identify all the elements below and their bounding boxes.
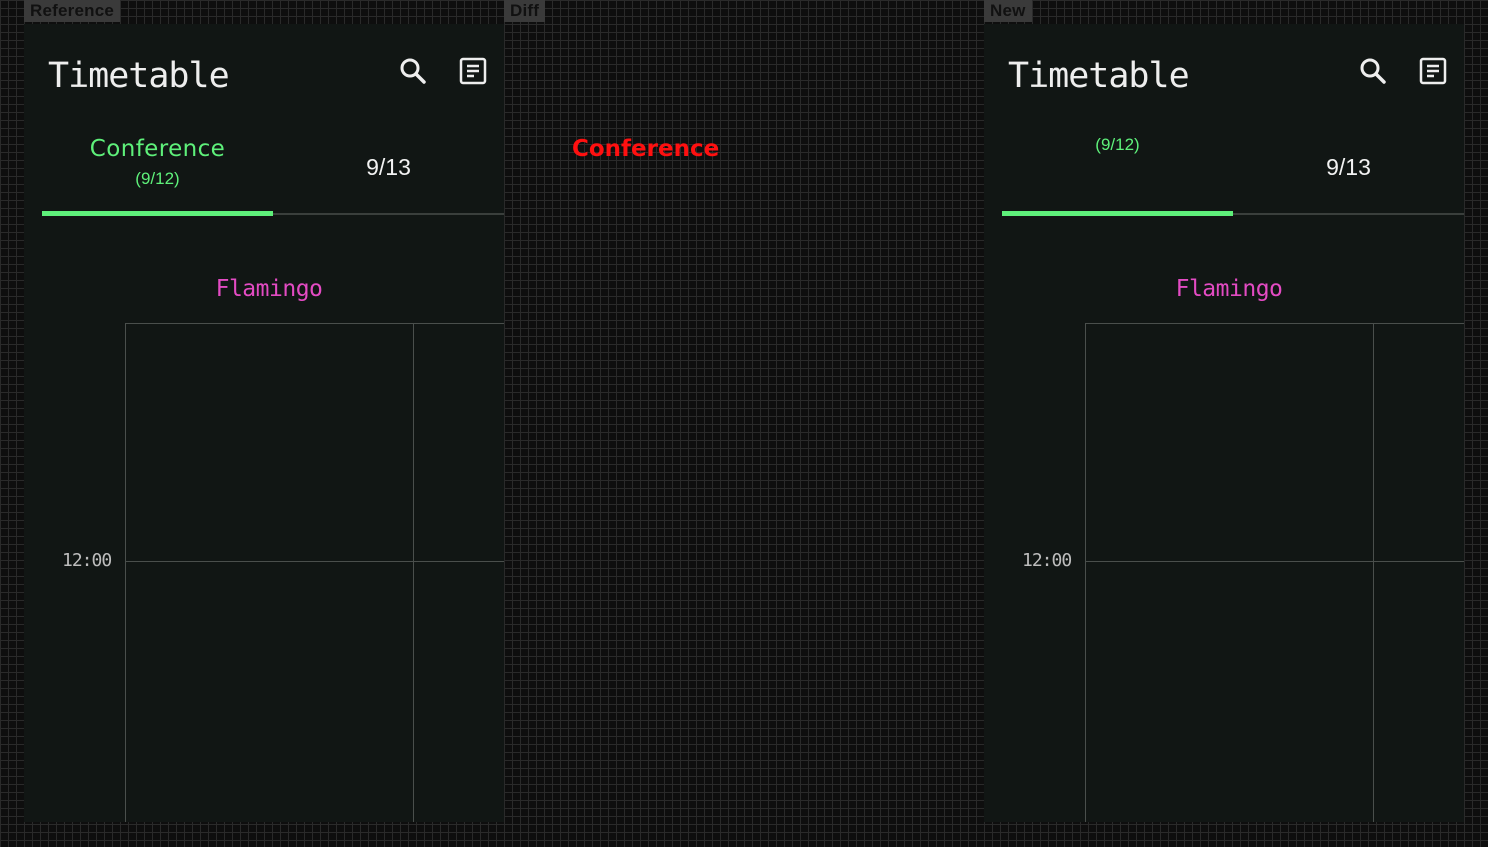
diff-panel-label: Diff [504, 0, 546, 22]
selected-tab-indicator [1002, 211, 1233, 216]
tab-day-9-13-label: 9/13 [1326, 154, 1371, 180]
schedule-list-button[interactable] [1416, 54, 1450, 88]
schedule-list-button[interactable] [456, 54, 490, 88]
diff-highlight-text: Conference [572, 136, 720, 162]
room-header-flamingo: Flamingo [1175, 276, 1283, 302]
grid-column-line [1085, 323, 1086, 822]
reference-screen: Timetable Conference (9/12) 9/13 Flaming… [24, 24, 504, 822]
tab-conference-day[interactable]: (9/12) [1002, 124, 1233, 214]
schedule-list-icon [459, 57, 487, 85]
search-button[interactable] [1356, 54, 1390, 88]
new-screen: Timetable (9/12) 9/13 Flamingo 12:00 [984, 24, 1464, 822]
page-title: Timetable [48, 56, 230, 96]
tab-conference-date: (9/12) [135, 169, 180, 188]
search-button[interactable] [396, 54, 430, 88]
tab-day-9-13[interactable]: 9/13 [273, 124, 504, 214]
tab-conference-label: Conference [89, 136, 226, 162]
grid-column-line [413, 323, 414, 822]
tab-conference-day[interactable]: Conference (9/12) [42, 124, 273, 214]
time-label: 12:00 [62, 550, 112, 571]
tab-conference-date: (9/12) [1095, 135, 1140, 154]
search-icon [400, 58, 426, 84]
page-title: Timetable [1008, 56, 1190, 96]
grid-line-top [1085, 323, 1464, 324]
grid-hour-line [1085, 561, 1464, 562]
schedule-list-icon [1419, 57, 1447, 85]
selected-tab-indicator [42, 211, 273, 216]
time-label: 12:00 [1022, 550, 1072, 571]
reference-panel-label: Reference [24, 0, 121, 22]
grid-column-line [1373, 323, 1374, 822]
search-icon [1360, 58, 1386, 84]
tab-day-9-13-label: 9/13 [366, 154, 411, 180]
grid-hour-line [125, 561, 504, 562]
grid-line-top [125, 323, 504, 324]
diff-panel: Conference [504, 24, 984, 822]
tab-day-9-13[interactable]: 9/13 [1233, 124, 1464, 214]
new-panel-label: New [984, 0, 1032, 22]
grid-column-line [125, 323, 126, 822]
room-header-flamingo: Flamingo [215, 276, 323, 302]
